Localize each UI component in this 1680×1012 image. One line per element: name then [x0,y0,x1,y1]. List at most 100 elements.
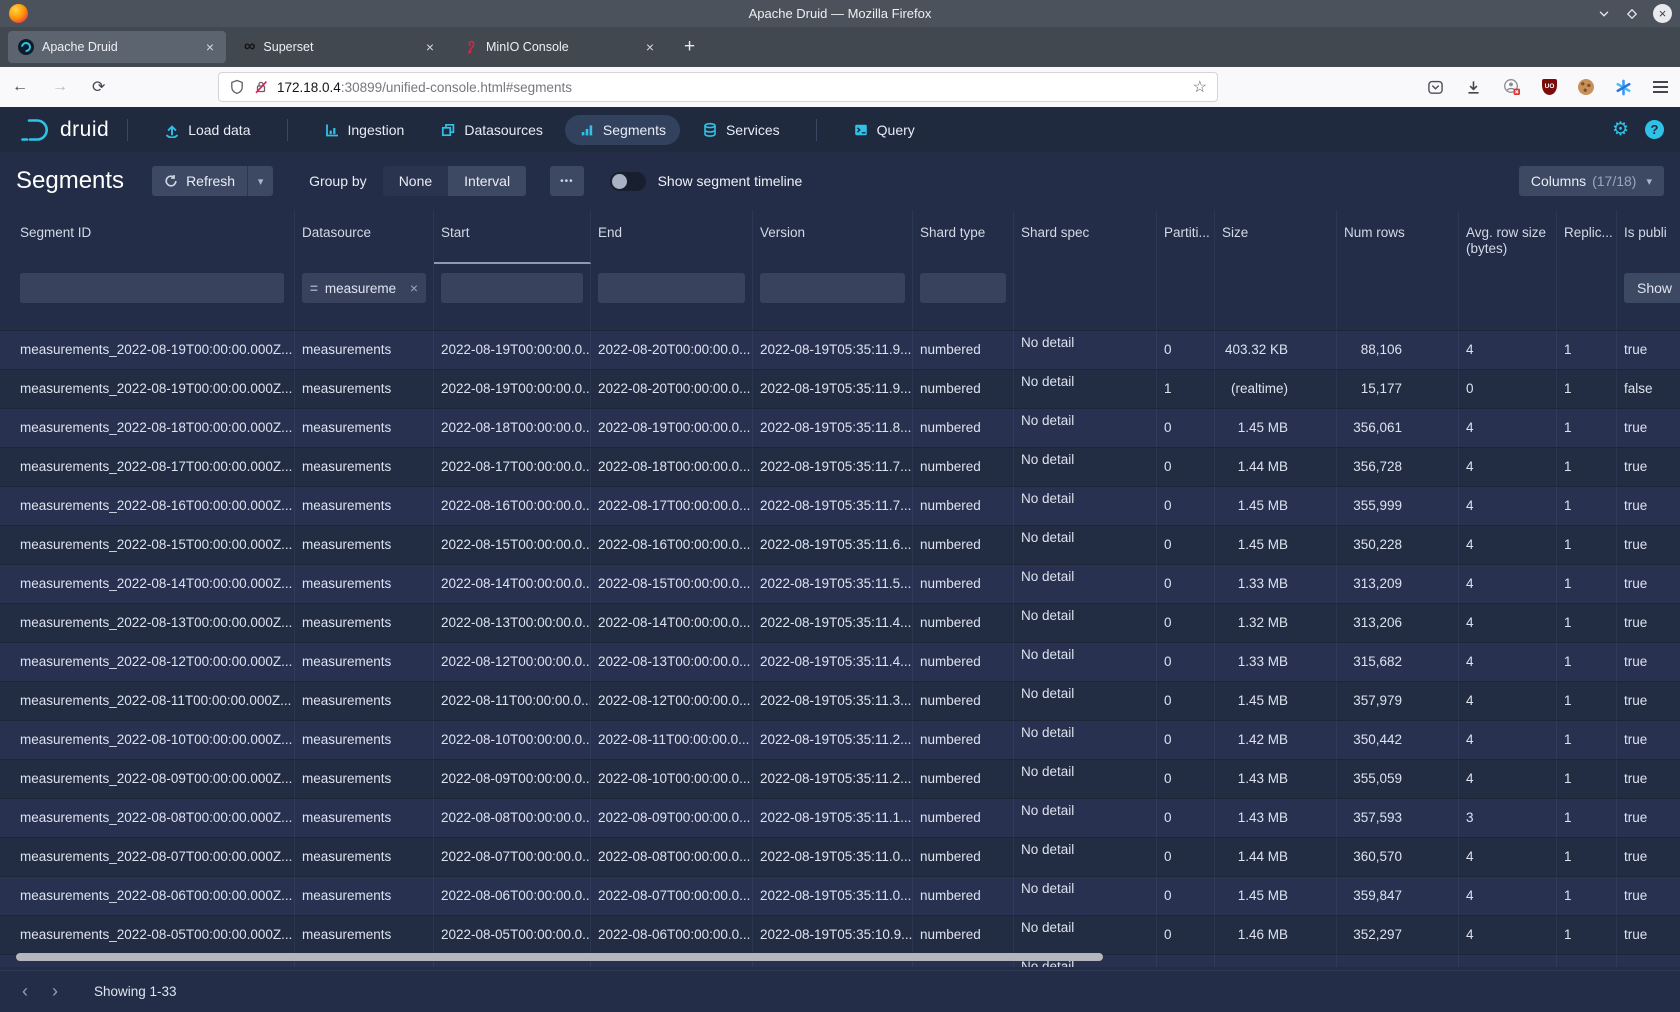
tab-superset[interactable]: ∞ Superset × [234,31,446,63]
url-text: 172.18.0.4:30899/unified-console.html#se… [277,80,1193,95]
minimize-icon[interactable] [1597,7,1611,21]
start-filter-input[interactable] [441,273,583,303]
version-filter-input[interactable] [760,273,905,303]
divider [127,119,128,141]
col-header-datasource[interactable]: Datasource [295,210,434,264]
more-options-button[interactable]: ••• [550,166,584,196]
next-page-button[interactable]: › [40,981,70,1002]
help-icon[interactable]: ? [1645,120,1664,139]
cell-replicas: 1 [1557,916,1617,954]
col-header-end[interactable]: End [591,210,753,264]
table-row[interactable]: measurements_2022-08-11T00:00:00.000Z...… [0,681,1680,720]
prev-page-button[interactable]: ‹ [10,981,40,1002]
group-by-none-button[interactable]: None [383,166,448,196]
table-row[interactable]: measurements_2022-08-06T00:00:00.000Z...… [0,876,1680,915]
maximize-icon[interactable] [1625,7,1639,21]
col-header-avg-row-size[interactable]: Avg. row size (bytes) [1459,210,1557,264]
table-row[interactable]: measurements_2022-08-07T00:00:00.000Z...… [0,837,1680,876]
tab-close-icon[interactable]: × [424,39,436,55]
cell-version: 2022-08-19T05:35:11.8... [753,409,913,447]
cell-shard-type: numbered [913,604,1014,642]
table-row[interactable]: measurements_2022-08-15T00:00:00.000Z...… [0,525,1680,564]
nav-item-datasources[interactable]: Datasources [426,115,557,145]
pocket-icon[interactable] [1427,79,1444,96]
segment-id-filter-input[interactable] [20,273,284,303]
end-filter-input[interactable] [598,273,745,303]
col-header-replicas[interactable]: Replic... [1557,210,1617,264]
settings-gear-icon[interactable]: ⚙ [1612,118,1629,141]
bookmark-star-icon[interactable]: ☆ [1193,77,1207,97]
table-row[interactable]: measurements_2022-08-16T00:00:00.000Z...… [0,486,1680,525]
ublock-origin-icon[interactable]: UO [1542,79,1557,95]
new-tab-button[interactable]: + [674,36,705,58]
insecure-lock-icon[interactable] [253,79,269,95]
col-header-version[interactable]: Version [753,210,913,264]
cell-shard-spec: No detail [1014,448,1157,486]
extension-asterisk-icon[interactable] [1615,79,1632,96]
showing-count: Showing 1-33 [94,984,177,999]
table-row[interactable]: measurements_2022-08-19T00:00:00.000Z...… [0,369,1680,408]
tab-close-icon[interactable]: × [644,39,656,55]
table-row[interactable]: measurements_2022-08-05T00:00:00.000Z...… [0,915,1680,954]
cell-datasource: measurements [295,331,434,369]
table-row[interactable]: measurements_2022-08-10T00:00:00.000Z...… [0,720,1680,759]
table-row[interactable]: measurements_2022-08-09T00:00:00.000Z...… [0,759,1680,798]
back-button[interactable]: ← [0,78,40,96]
cell-version: 2022-08-19T05:35:11.9... [753,370,913,408]
cell-replicas: 1 [1557,799,1617,837]
nav-item-ingestion[interactable]: Ingestion [310,115,419,145]
shard-type-filter-input[interactable] [920,273,1006,303]
tab-close-icon[interactable]: × [204,39,216,55]
cell-partition: 0 [1157,409,1215,447]
table-row[interactable]: measurements_2022-08-14T00:00:00.000Z...… [0,564,1680,603]
cell-end: 2022-08-20T00:00:00.0... [591,331,753,369]
horizontal-scrollbar[interactable] [16,953,1103,961]
nav-item-query[interactable]: Query [839,115,929,145]
nav-item-segments[interactable]: Segments [565,115,680,145]
group-by-interval-button[interactable]: Interval [448,166,526,196]
cell-avg-row-size: 4 [1459,682,1557,720]
druid-logo[interactable]: druid [18,116,109,144]
col-header-partition[interactable]: Partiti... [1157,210,1215,264]
close-window-icon[interactable]: × [1653,4,1672,23]
clear-filter-icon[interactable]: × [410,280,418,296]
table-row[interactable]: measurements_2022-08-19T00:00:00.000Z...… [0,330,1680,369]
url-bar[interactable]: 172.18.0.4:30899/unified-console.html#se… [218,72,1218,102]
is-published-filter-button[interactable]: Show [1624,273,1680,303]
datasource-filter-input[interactable]: = measureme × [302,273,426,303]
col-header-shard-type[interactable]: Shard type [913,210,1014,264]
menu-hamburger-icon[interactable] [1653,81,1668,92]
cell-num-rows: 355,059 [1337,760,1459,798]
table-row[interactable]: measurements_2022-08-17T00:00:00.000Z...… [0,447,1680,486]
refresh-dropdown-button[interactable]: ▾ [247,166,273,196]
table-row[interactable]: measurements_2022-08-08T00:00:00.000Z...… [0,798,1680,837]
columns-button[interactable]: Columns (17/18) ▾ [1519,166,1664,196]
shield-icon[interactable] [229,79,245,95]
account-extension-icon[interactable] [1503,78,1521,96]
refresh-button[interactable]: Refresh [152,166,247,196]
col-header-segment-id[interactable]: Segment ID [0,210,295,264]
col-header-size[interactable]: Size [1215,210,1337,264]
segment-timeline-toggle[interactable] [610,172,646,191]
col-header-shard-spec[interactable]: Shard spec [1014,210,1157,264]
nav-item-services[interactable]: Services [688,115,794,145]
cell-partition: 0 [1157,565,1215,603]
tab-minio-console[interactable]: MinIO Console × [454,31,666,63]
reload-button[interactable]: ⟳ [80,77,117,97]
cell-start: 2022-08-18T00:00:00.0... [434,409,591,447]
tab-apache-druid[interactable]: Apache Druid × [8,31,226,63]
col-header-start[interactable]: Start [434,210,591,264]
nav-item-load-data[interactable]: Load data [150,115,264,145]
cell-shard-spec: No detail [1014,877,1157,915]
col-header-is-published[interactable]: Is publi [1617,210,1680,264]
cookie-extension-icon[interactable] [1578,79,1594,95]
table-row[interactable]: measurements_2022-08-18T00:00:00.000Z...… [0,408,1680,447]
cell-shard-spec: No detail [1014,721,1157,759]
cell-version: 2022-08-19T05:35:11.6... [753,526,913,564]
table-row[interactable]: measurements_2022-08-13T00:00:00.000Z...… [0,603,1680,642]
table-row[interactable]: measurements_2022-08-12T00:00:00.000Z...… [0,642,1680,681]
forward-button[interactable]: → [40,78,80,96]
col-header-num-rows[interactable]: Num rows [1337,210,1459,264]
cell-version: 2022-08-19T05:35:11.0... [753,838,913,876]
download-icon[interactable] [1465,79,1482,96]
